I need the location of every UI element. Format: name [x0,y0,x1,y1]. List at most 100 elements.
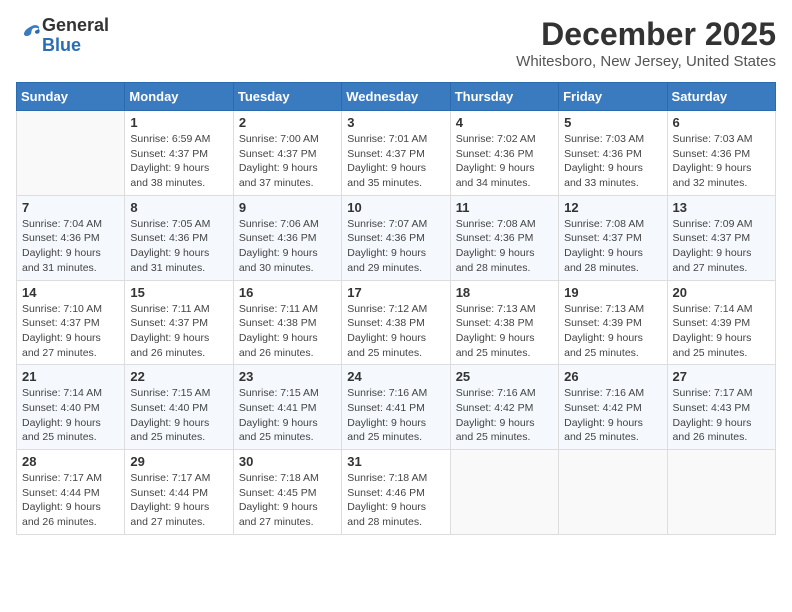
calendar-cell: 3 Sunrise: 7:01 AMSunset: 4:37 PMDaylight… [342,111,450,196]
logo-general: General [42,16,109,36]
calendar-cell: 27 Sunrise: 7:17 AMSunset: 4:43 PMDayligh… [667,365,775,450]
logo-bird-icon [18,21,42,45]
calendar-cell: 26Sunrise: 7:16 AMSunset: 4:42 PMDayligh… [559,365,667,450]
day-number: 14 [22,285,119,300]
calendar-cell [667,450,775,535]
calendar-cell: 15Sunrise: 7:11 AMSunset: 4:37 PMDayligh… [125,280,233,365]
day-info: Sunrise: 7:01 AMSunset: 4:37 PMDaylight:… [347,132,444,191]
calendar-week-row: 1 Sunrise: 6:59 AMSunset: 4:37 PMDaylight… [17,111,776,196]
title-section: December 2025 Whitesboro, New Jersey, Un… [516,16,776,70]
calendar-cell [450,450,558,535]
day-number: 27 [673,369,770,384]
day-info: Sunrise: 7:12 AMSunset: 4:38 PMDaylight:… [347,302,444,361]
calendar-body: 1 Sunrise: 6:59 AMSunset: 4:37 PMDaylight… [17,111,776,535]
day-info: Sunrise: 7:08 AMSunset: 4:36 PMDaylight:… [456,217,553,276]
day-number: 25 [456,369,553,384]
day-number: 30 [239,454,336,469]
day-info: Sunrise: 7:14 AMSunset: 4:39 PMDaylight:… [673,302,770,361]
calendar-cell: 25 Sunrise: 7:16 AMSunset: 4:42 PMDayligh… [450,365,558,450]
day-number: 10 [347,200,444,215]
day-number: 24 [347,369,444,384]
calendar-header: SundayMondayTuesdayWednesdayThursdayFrid… [17,83,776,111]
calendar-cell: 19 Sunrise: 7:13 AMSunset: 4:39 PMDayligh… [559,280,667,365]
day-info: Sunrise: 7:06 AMSunset: 4:36 PMDaylight:… [239,217,336,276]
calendar-cell: 16Sunrise: 7:11 AMSunset: 4:38 PMDayligh… [233,280,341,365]
day-info: Sunrise: 7:09 AMSunset: 4:37 PMDaylight:… [673,217,770,276]
calendar-cell [17,111,125,196]
day-number: 23 [239,369,336,384]
calendar-cell: 6Sunrise: 7:03 AMSunset: 4:36 PMDaylight… [667,111,775,196]
calendar-cell: 24 Sunrise: 7:16 AMSunset: 4:41 PMDayligh… [342,365,450,450]
day-header-tuesday: Tuesday [233,83,341,111]
calendar-cell: 28 Sunrise: 7:17 AMSunset: 4:44 PMDayligh… [17,450,125,535]
day-info: Sunrise: 7:11 AMSunset: 4:38 PMDaylight:… [239,302,336,361]
day-number: 26 [564,369,661,384]
day-number: 8 [130,200,227,215]
day-number: 11 [456,200,553,215]
day-info: Sunrise: 7:16 AMSunset: 4:41 PMDaylight:… [347,386,444,445]
day-info: Sunrise: 7:17 AMSunset: 4:44 PMDaylight:… [130,471,227,530]
day-headers-row: SundayMondayTuesdayWednesdayThursdayFrid… [17,83,776,111]
month-title: December 2025 [516,16,776,53]
day-header-sunday: Sunday [17,83,125,111]
day-number: 20 [673,285,770,300]
calendar-cell: 21Sunrise: 7:14 AMSunset: 4:40 PMDayligh… [17,365,125,450]
calendar-week-row: 14 Sunrise: 7:10 AMSunset: 4:37 PMDayligh… [17,280,776,365]
day-number: 22 [130,369,227,384]
day-info: Sunrise: 7:02 AMSunset: 4:36 PMDaylight:… [456,132,553,191]
calendar-cell: 8 Sunrise: 7:05 AMSunset: 4:36 PMDaylight… [125,195,233,280]
day-info: Sunrise: 7:18 AMSunset: 4:46 PMDaylight:… [347,471,444,530]
calendar-cell: 23 Sunrise: 7:15 AMSunset: 4:41 PMDayligh… [233,365,341,450]
day-header-friday: Friday [559,83,667,111]
calendar-cell: 11 Sunrise: 7:08 AMSunset: 4:36 PMDayligh… [450,195,558,280]
day-number: 13 [673,200,770,215]
day-info: Sunrise: 7:07 AMSunset: 4:36 PMDaylight:… [347,217,444,276]
day-info: Sunrise: 7:03 AMSunset: 4:36 PMDaylight:… [673,132,770,191]
calendar-cell: 4 Sunrise: 7:02 AMSunset: 4:36 PMDaylight… [450,111,558,196]
logo: General Blue [16,16,109,56]
logo-blue: Blue [42,36,109,56]
day-header-thursday: Thursday [450,83,558,111]
day-number: 28 [22,454,119,469]
day-info: Sunrise: 7:15 AMSunset: 4:41 PMDaylight:… [239,386,336,445]
header: General Blue December 2025 Whitesboro, N… [16,16,776,70]
day-info: Sunrise: 7:17 AMSunset: 4:44 PMDaylight:… [22,471,119,530]
day-number: 19 [564,285,661,300]
day-info: Sunrise: 7:11 AMSunset: 4:37 PMDaylight:… [130,302,227,361]
day-info: Sunrise: 7:05 AMSunset: 4:36 PMDaylight:… [130,217,227,276]
calendar-cell: 14 Sunrise: 7:10 AMSunset: 4:37 PMDayligh… [17,280,125,365]
day-number: 5 [564,115,661,130]
day-number: 17 [347,285,444,300]
day-info: Sunrise: 7:03 AMSunset: 4:36 PMDaylight:… [564,132,661,191]
day-info: Sunrise: 7:14 AMSunset: 4:40 PMDaylight:… [22,386,119,445]
logo-text: General Blue [42,16,109,56]
day-info: Sunrise: 7:04 AMSunset: 4:36 PMDaylight:… [22,217,119,276]
day-number: 18 [456,285,553,300]
day-number: 7 [22,200,119,215]
calendar-cell: 9 Sunrise: 7:06 AMSunset: 4:36 PMDaylight… [233,195,341,280]
day-number: 3 [347,115,444,130]
day-header-saturday: Saturday [667,83,775,111]
calendar-cell: 17 Sunrise: 7:12 AMSunset: 4:38 PMDayligh… [342,280,450,365]
day-info: Sunrise: 7:18 AMSunset: 4:45 PMDaylight:… [239,471,336,530]
day-info: Sunrise: 7:13 AMSunset: 4:39 PMDaylight:… [564,302,661,361]
day-info: Sunrise: 7:16 AMSunset: 4:42 PMDaylight:… [456,386,553,445]
day-number: 1 [130,115,227,130]
day-info: Sunrise: 7:10 AMSunset: 4:37 PMDaylight:… [22,302,119,361]
day-info: Sunrise: 7:17 AMSunset: 4:43 PMDaylight:… [673,386,770,445]
day-info: Sunrise: 6:59 AMSunset: 4:37 PMDaylight:… [130,132,227,191]
day-info: Sunrise: 7:08 AMSunset: 4:37 PMDaylight:… [564,217,661,276]
calendar-table: SundayMondayTuesdayWednesdayThursdayFrid… [16,82,776,535]
day-info: Sunrise: 7:13 AMSunset: 4:38 PMDaylight:… [456,302,553,361]
calendar-cell: 7 Sunrise: 7:04 AMSunset: 4:36 PMDaylight… [17,195,125,280]
calendar-cell: 30 Sunrise: 7:18 AMSunset: 4:45 PMDayligh… [233,450,341,535]
day-header-wednesday: Wednesday [342,83,450,111]
calendar-cell: 29Sunrise: 7:17 AMSunset: 4:44 PMDayligh… [125,450,233,535]
calendar-cell: 5 Sunrise: 7:03 AMSunset: 4:36 PMDaylight… [559,111,667,196]
calendar-cell: 1 Sunrise: 6:59 AMSunset: 4:37 PMDaylight… [125,111,233,196]
calendar-cell: 22Sunrise: 7:15 AMSunset: 4:40 PMDayligh… [125,365,233,450]
calendar-week-row: 28 Sunrise: 7:17 AMSunset: 4:44 PMDayligh… [17,450,776,535]
calendar-cell: 31Sunrise: 7:18 AMSunset: 4:46 PMDayligh… [342,450,450,535]
day-number: 9 [239,200,336,215]
day-number: 4 [456,115,553,130]
